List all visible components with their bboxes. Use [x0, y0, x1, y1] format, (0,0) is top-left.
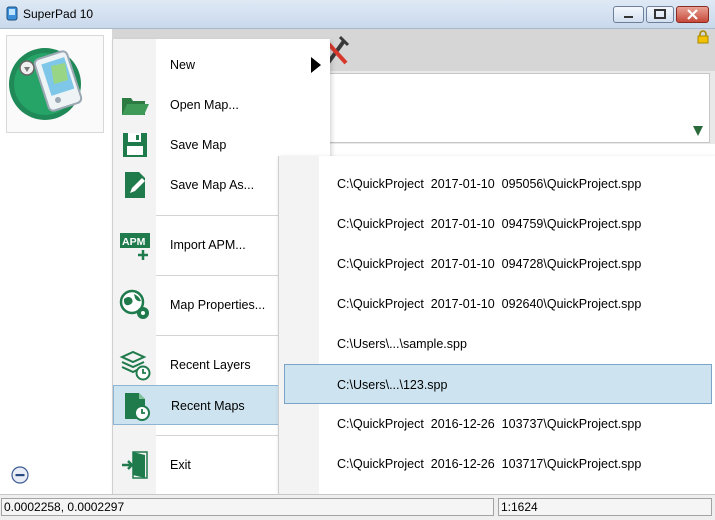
menu-item-label: Save Map	[170, 138, 227, 152]
title-bar: SuperPad 10	[0, 0, 715, 29]
recent-map-item[interactable]: C:\QuickProject 2016-12-26 103737\QuickP…	[279, 404, 715, 444]
save-icon	[123, 133, 147, 157]
ribbon-scroll-down-icon[interactable]	[692, 125, 704, 137]
lock-icon[interactable]	[697, 30, 709, 44]
maximize-button[interactable]	[646, 6, 674, 23]
menu-item-label: Save Map As...	[170, 178, 255, 192]
menu-item-label: Exit	[170, 458, 191, 472]
menu-item-label: Recent Maps	[171, 399, 245, 413]
submenu-arrow-icon	[311, 57, 321, 73]
recent-map-item[interactable]: C:\QuickProject 2017-01-10 092640\QuickP…	[279, 284, 715, 324]
close-icon	[687, 9, 698, 20]
menu-item-new[interactable]: New	[113, 45, 330, 85]
app-icon	[6, 6, 18, 21]
layers-clock-icon	[119, 350, 151, 381]
svg-text:APM: APM	[122, 236, 146, 248]
recent-map-item[interactable]: C:\QuickProject 2016-12-26 103717\QuickP…	[279, 444, 715, 484]
apm-import-icon: APM	[120, 233, 150, 260]
collapse-panel-button[interactable]	[11, 466, 29, 484]
coordinates-readout: 0.0002258, 0.0002297	[1, 498, 494, 516]
recent-map-path: C:\QuickProject 2017-01-10 094728\QuickP…	[337, 257, 642, 271]
minimize-icon	[624, 16, 633, 18]
recent-map-path: C:\QuickProject 2017-01-10 095056\QuickP…	[337, 177, 642, 191]
globe-settings-icon	[119, 289, 149, 319]
recent-map-path: C:\QuickProject 2017-01-10 092640\QuickP…	[337, 297, 642, 311]
menu-item-label: New	[170, 58, 196, 72]
menu-item-label: Import APM...	[170, 238, 246, 252]
recent-map-path: C:\QuickProject 2017-01-10 094759\QuickP…	[337, 217, 642, 231]
menu-item-label: Open Map...	[170, 98, 239, 112]
minimize-button[interactable]	[613, 6, 644, 23]
maximize-icon	[654, 9, 666, 19]
menu-item-open-map[interactable]: Open Map...	[113, 85, 330, 125]
superpad-logo-icon	[9, 48, 83, 120]
left-panel	[0, 29, 112, 494]
app-menu-button[interactable]	[6, 35, 104, 133]
recent-map-item[interactable]: C:\QuickProject 2017-01-10 095056\QuickP…	[279, 164, 715, 204]
recent-map-item[interactable]: C:\QuickProject 2017-01-10 094759\QuickP…	[279, 204, 715, 244]
menu-item-label: Map Properties...	[170, 298, 266, 312]
main-area: New Open Map... Save Map Save Map As... …	[0, 29, 715, 496]
recent-map-path: C:\QuickProject 2016-12-26 103737\QuickP…	[337, 417, 642, 431]
scale-readout: 1:1624	[498, 498, 712, 516]
folder-open-icon	[122, 98, 149, 115]
status-bar: 0.0002258, 0.0002297 1:1624	[0, 494, 715, 520]
exit-door-icon	[122, 451, 148, 479]
recent-map-item-selected[interactable]: C:\Users\...\123.spp	[284, 364, 712, 404]
recent-map-path: C:\Users\...\sample.spp	[337, 337, 467, 351]
window-title: SuperPad 10	[23, 7, 94, 21]
recent-map-path: C:\Users\...\123.spp	[337, 378, 448, 392]
recent-map-path: C:\QuickProject 2016-12-26 103717\QuickP…	[337, 457, 642, 471]
map-clock-icon	[125, 393, 150, 421]
recent-map-item[interactable]: C:\Users\...\sample.spp	[279, 324, 715, 364]
ribbon-content-panel	[328, 73, 710, 143]
close-button[interactable]	[676, 6, 709, 23]
save-as-icon	[125, 172, 145, 198]
recent-map-item[interactable]: C:\QuickProject 2017-01-10 094728\QuickP…	[279, 244, 715, 284]
recent-maps-submenu: C:\QuickProject 2017-01-10 095056\QuickP…	[278, 156, 715, 496]
menu-item-label: Recent Layers	[170, 358, 251, 372]
